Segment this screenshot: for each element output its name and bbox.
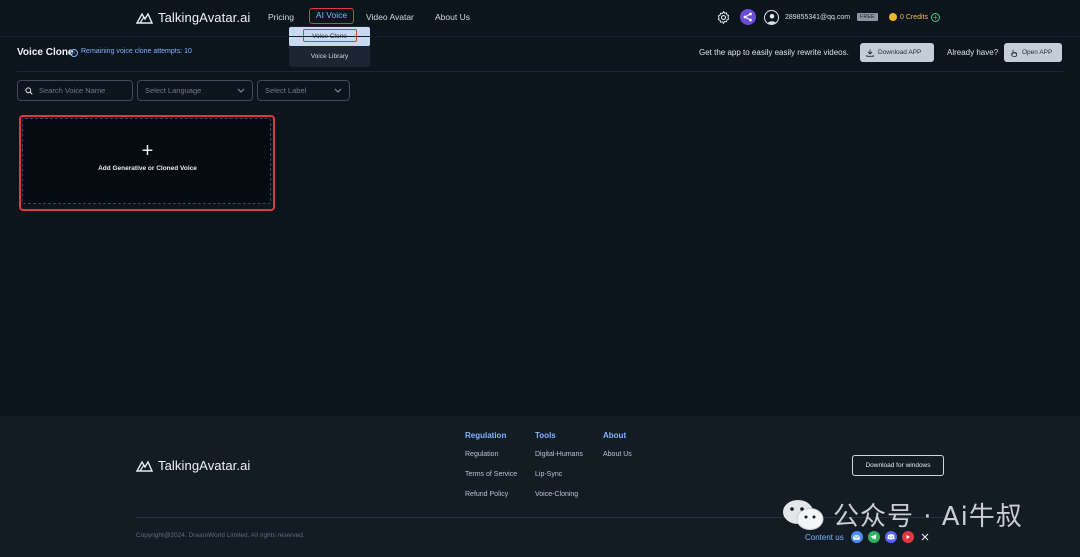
nav-video-avatar[interactable]: Video Avatar xyxy=(366,12,414,22)
dropdown-item-voice-library[interactable]: Voice Library xyxy=(289,47,370,66)
credits-display[interactable]: 0 Credits + xyxy=(889,9,941,25)
add-voice-label: Add Generative or Cloned Voice xyxy=(98,165,197,172)
brand-logo-icon xyxy=(136,11,153,24)
open-app-label: Open APP xyxy=(1022,49,1053,56)
footer-link-digital-humans[interactable]: Digital-Humans xyxy=(535,451,583,458)
footer-col-title: About xyxy=(603,431,627,440)
share-icon xyxy=(740,9,756,25)
already-have-text: Already have? xyxy=(947,48,999,57)
footer-col-about: About About Us xyxy=(603,431,632,471)
search-voice-input[interactable]: Search Voice Name xyxy=(17,80,133,101)
footer-link-refund[interactable]: Refund Policy xyxy=(465,491,517,498)
coin-icon xyxy=(889,13,897,21)
chevron-down-icon xyxy=(237,88,245,93)
footer-brand-logo[interactable]: TalkingAvatar.ai xyxy=(136,458,250,473)
settings-button[interactable] xyxy=(716,9,731,25)
download-windows-button[interactable]: Download for windows xyxy=(852,455,944,476)
share-button[interactable] xyxy=(740,9,756,25)
footer-link-lip-sync[interactable]: Lip-Sync xyxy=(535,471,583,478)
hand-pointer-icon xyxy=(1010,49,1017,57)
search-placeholder: Search Voice Name xyxy=(39,86,106,95)
plus-icon: + xyxy=(141,140,154,162)
search-icon xyxy=(25,86,33,95)
label-select[interactable]: Select Label xyxy=(257,80,350,101)
info-icon: i xyxy=(70,49,78,57)
gear-icon xyxy=(717,10,730,24)
user-avatar-icon xyxy=(764,9,779,25)
credits-label: 0 Credits xyxy=(900,13,929,21)
ai-voice-dropdown: Voice Clone Voice Library xyxy=(289,26,370,67)
plan-badge: FREE xyxy=(857,13,878,21)
plus-circle-icon[interactable]: + xyxy=(931,12,941,22)
promo-text: Get the app to easily easily rewrite vid… xyxy=(699,48,849,57)
add-voice-card[interactable]: + Add Generative or Cloned Voice xyxy=(22,118,271,204)
download-icon xyxy=(866,49,874,57)
footer-col-title: Regulation xyxy=(465,431,507,440)
language-select[interactable]: Select Language xyxy=(137,80,253,101)
brand-logo[interactable]: TalkingAvatar.ai xyxy=(136,10,250,25)
label-placeholder: Select Label xyxy=(265,86,307,95)
watermark-text: 公众号 · Ai牛叔 xyxy=(833,502,1023,532)
user-menu[interactable]: 289855341@qq.com xyxy=(764,9,850,25)
contact-label: Content us xyxy=(805,532,844,542)
footer-link-about-us[interactable]: About Us xyxy=(603,451,632,458)
nav-pricing[interactable]: Pricing xyxy=(268,12,294,22)
wechat-watermark: 公众号 · Ai牛叔 xyxy=(781,496,1023,533)
footer-col-tools: Tools Digital-Humans Lip-Sync Voice-Clon… xyxy=(535,431,583,511)
language-placeholder: Select Language xyxy=(145,86,202,95)
nav-ai-voice[interactable]: AI Voice xyxy=(309,8,354,24)
footer: TalkingAvatar.ai Regulation Regulation T… xyxy=(0,416,1080,557)
dropdown-item-voice-library-label: Voice Library xyxy=(310,53,349,60)
open-app-button[interactable]: Open APP xyxy=(1004,43,1062,62)
chevron-down-icon xyxy=(334,88,342,93)
wechat-icon xyxy=(783,499,824,530)
footer-brand-name: TalkingAvatar.ai xyxy=(158,458,251,473)
user-email: 289855341@qq.com xyxy=(785,13,851,21)
top-nav-bar: TalkingAvatar.ai Pricing AI Voice Video … xyxy=(0,0,1080,36)
attempts-text: Remaining voice clone attempts: 10 xyxy=(81,48,192,55)
download-app-button[interactable]: Download APP xyxy=(860,43,934,62)
footer-col-regulation: Regulation Regulation Terms of Service R… xyxy=(465,431,517,511)
subbar-divider xyxy=(17,71,1063,72)
header-divider xyxy=(0,36,1080,37)
footer-link-voice-cloning[interactable]: Voice-Cloning xyxy=(535,491,583,498)
copyright-text: Copyright@2024. DreamWorld Limited. All … xyxy=(136,532,305,539)
footer-link-regulation[interactable]: Regulation xyxy=(465,451,517,458)
brand-name: TalkingAvatar.ai xyxy=(158,10,251,25)
brand-logo-icon xyxy=(136,459,153,472)
footer-link-terms[interactable]: Terms of Service xyxy=(465,471,517,478)
page-title: Voice Clone xyxy=(17,47,74,58)
download-app-label: Download APP xyxy=(878,49,922,56)
footer-col-title: Tools xyxy=(535,431,556,440)
nav-about-us[interactable]: About Us xyxy=(435,12,470,22)
